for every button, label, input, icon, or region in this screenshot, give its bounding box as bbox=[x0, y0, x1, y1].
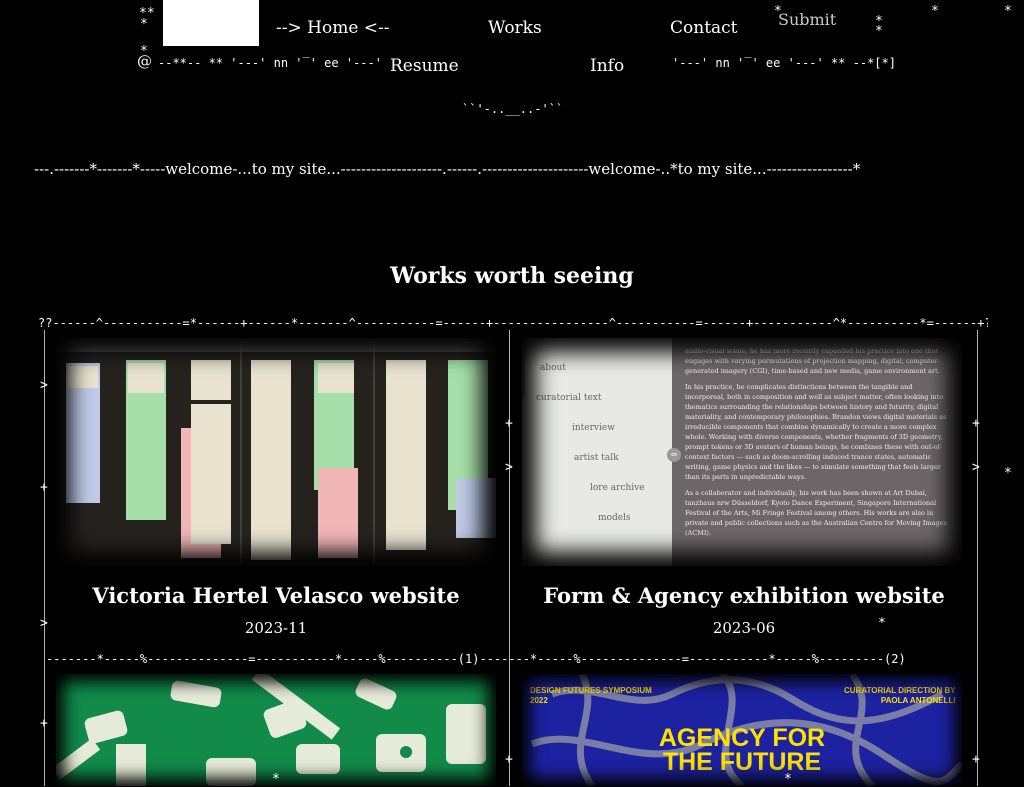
header-deco-right: '---' nn '‾' ee '---' ** --*[*] bbox=[672, 56, 896, 70]
preview-headline: AGENCY FOR THE FUTURE bbox=[658, 724, 826, 776]
header-deco-left: --**-- ** '---' nn '‾' ee '---' bbox=[158, 56, 382, 70]
asterisk-deco: * bbox=[1004, 4, 1012, 19]
asterisk-deco: * bbox=[875, 24, 883, 39]
preview-paragraph: audio-visual scene, he has more recently… bbox=[685, 347, 940, 375]
browser-windows-graphic bbox=[56, 338, 496, 566]
asterisk-deco: * bbox=[878, 616, 886, 631]
asterisk-deco: * bbox=[1004, 466, 1012, 481]
welcome-ticker: ---.-------*-------*-----welcome-...to m… bbox=[34, 160, 861, 178]
asterisk-deco: * bbox=[931, 4, 939, 19]
asterisk-deco: * bbox=[784, 772, 792, 787]
plus-deco: + bbox=[972, 752, 980, 767]
plus-deco: + bbox=[972, 416, 980, 431]
work-date-2: 2023-06 bbox=[712, 619, 776, 637]
plus-deco: + bbox=[40, 716, 48, 731]
nav-resume[interactable]: Resume bbox=[390, 56, 459, 76]
preview-menu-item: lore archive bbox=[590, 483, 645, 493]
pattern-graphic bbox=[56, 674, 486, 786]
plus-deco: + bbox=[505, 416, 513, 431]
asterisk-deco: * bbox=[272, 772, 280, 787]
work-thumbnail-4[interactable]: DESIGN FUTURES SYMPOSIUM 2022 CURATORIAL… bbox=[522, 674, 962, 786]
section-title: Works worth seeing bbox=[390, 263, 634, 289]
arrows-icon: ⇔ bbox=[667, 448, 681, 462]
preview-label-left: DESIGN FUTURES SYMPOSIUM 2022 bbox=[530, 686, 652, 705]
preview-label-right: CURATORIAL DIRECTION BY PAOLA ANTONELLI bbox=[844, 686, 956, 705]
grid-mid-border: -------*-----%--------------=-----------… bbox=[46, 652, 906, 666]
preview-menu-item: curatorial text bbox=[536, 393, 602, 403]
grid-right-border bbox=[977, 330, 978, 786]
grid-top-border: ??------^-----------=*------+------*----… bbox=[38, 316, 988, 330]
nav-works[interactable]: Works bbox=[488, 18, 542, 38]
arrow-deco: > bbox=[505, 460, 513, 475]
preview-menu-item: about bbox=[540, 363, 566, 373]
asterisk-deco: * bbox=[140, 17, 148, 32]
spiral-icon: @ bbox=[137, 52, 152, 70]
logo-block[interactable] bbox=[163, 0, 259, 46]
plus-deco: + bbox=[40, 480, 48, 495]
preview-paragraph: As a collaborator and individually, his … bbox=[685, 489, 947, 537]
preview-accent-bar bbox=[522, 338, 525, 398]
work-title-2[interactable]: Form & Agency exhibition website bbox=[519, 583, 969, 608]
submit-button[interactable]: Submit bbox=[778, 10, 836, 29]
plus-deco: + bbox=[505, 752, 513, 767]
work-thumbnail-3[interactable] bbox=[56, 674, 496, 786]
work-title-1[interactable]: Victoria Hertel Velasco website bbox=[51, 583, 501, 608]
nav-home[interactable]: --> Home <-- bbox=[276, 18, 390, 38]
work-thumbnail-1[interactable] bbox=[56, 338, 496, 566]
preview-menu-item: interview bbox=[572, 423, 615, 433]
grid-center-border bbox=[509, 330, 510, 786]
preview-text: audio-visual scene, he has more recently… bbox=[685, 346, 951, 538]
arrow-deco: > bbox=[40, 616, 48, 631]
preview-paragraph: In his practice, he complicates distinct… bbox=[685, 383, 947, 481]
nav-contact[interactable]: Contact bbox=[670, 18, 738, 38]
nav-info[interactable]: Info bbox=[590, 56, 624, 76]
preview-menu-item: artist talk bbox=[574, 453, 619, 463]
smile-deco: ``'-..__..-'`` bbox=[462, 102, 564, 116]
work-thumbnail-2[interactable]: about curatorial text interview artist t… bbox=[522, 338, 962, 566]
arrow-deco: > bbox=[972, 460, 980, 475]
preview-menu-item: models bbox=[598, 513, 631, 523]
arrow-deco: > bbox=[40, 378, 48, 393]
work-date-1: 2023-11 bbox=[244, 619, 308, 637]
